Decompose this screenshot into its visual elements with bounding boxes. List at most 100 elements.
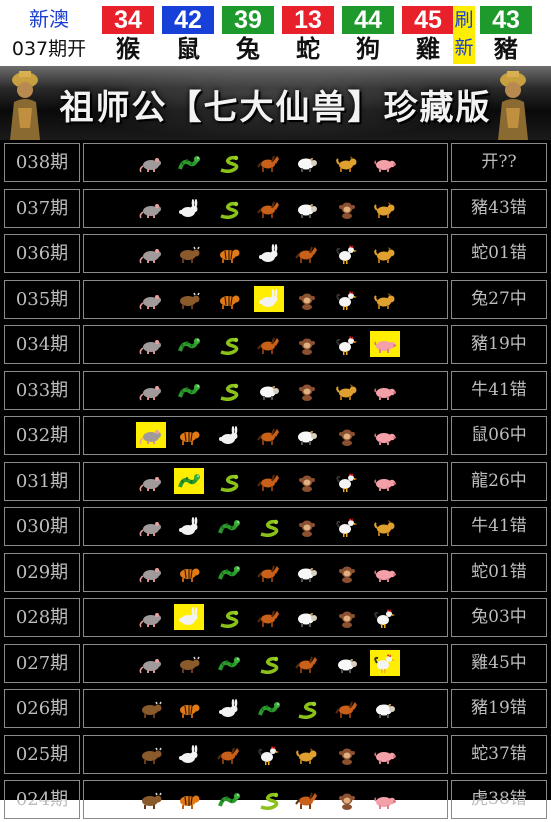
result-ball-1: 34 猴 — [102, 6, 154, 64]
banner-title: 祖师公【七大仙兽】珍藏版 — [59, 88, 492, 128]
ball-number: 13 — [282, 6, 334, 34]
ball-zodiac: 蛇 — [296, 34, 320, 63]
dragon-icon — [254, 698, 284, 720]
ox-icon — [136, 698, 166, 720]
monkey-icon — [332, 562, 362, 584]
snake-icon — [214, 607, 244, 629]
rooster-icon — [332, 243, 362, 265]
rabbit-icon — [174, 198, 204, 220]
sheep-icon — [292, 198, 322, 220]
table-row: 029期 蛇01错 — [0, 550, 551, 595]
rat-icon — [136, 152, 166, 174]
result-cell: 蛇01错 — [451, 552, 547, 592]
pig-icon — [370, 380, 400, 402]
rooster-icon — [332, 289, 362, 311]
sheep-icon — [292, 152, 322, 174]
result-cell: 豬19错 — [451, 689, 547, 728]
horse-icon — [292, 789, 322, 811]
horse-icon — [254, 425, 284, 447]
rabbit-icon — [174, 744, 204, 766]
horse-icon — [292, 243, 322, 265]
dog-icon — [332, 380, 362, 402]
refresh-button[interactable]: 刷新 — [453, 6, 475, 64]
rat-icon — [136, 422, 166, 448]
rabbit-icon — [254, 285, 284, 312]
dragon-icon — [214, 562, 244, 584]
table-row: 035期 兔27中 — [0, 277, 551, 322]
dog-icon — [292, 744, 322, 766]
pig-icon — [370, 744, 400, 766]
dog-icon — [332, 152, 362, 174]
result-cell: 兔03中 — [451, 598, 547, 637]
rat-icon — [136, 243, 166, 265]
horse-icon — [254, 334, 284, 356]
result-cell: 开?? — [451, 143, 547, 182]
rabbit-icon — [214, 425, 244, 447]
table-row: 036期 蛇01错 — [0, 231, 551, 276]
dog-icon — [370, 289, 400, 311]
result-ball-4: 13 蛇 — [282, 6, 334, 64]
monkey-icon — [292, 289, 322, 311]
table-row: 027期 雞45中 — [0, 641, 551, 686]
horse-icon — [254, 198, 284, 220]
dragon-icon — [174, 334, 204, 356]
horse-icon — [254, 562, 284, 584]
pig-icon — [370, 789, 400, 811]
issue-cell: 025期 — [4, 734, 80, 774]
rabbit-icon — [254, 243, 284, 265]
rat-icon — [136, 334, 166, 356]
rat-icon — [136, 607, 166, 629]
zodiac-icons-cell — [83, 552, 448, 592]
table-row: 030期 牛41错 — [0, 504, 551, 549]
sheep-icon — [254, 380, 284, 402]
horse-icon — [214, 744, 244, 766]
ball-zodiac: 兔 — [236, 34, 260, 63]
monkey-icon — [292, 334, 322, 356]
pig-icon — [370, 425, 400, 447]
issue-cell: 038期 — [4, 143, 80, 182]
issue-cell: 033期 — [4, 370, 80, 410]
result-cell: 兔27中 — [451, 279, 547, 319]
dragon-icon — [174, 467, 204, 494]
monkey-icon — [332, 789, 362, 811]
result-ball-3: 39 兔 — [222, 6, 274, 64]
zodiac-icons-cell — [83, 370, 448, 410]
sheep-icon — [292, 562, 322, 584]
issue-cell: 036期 — [4, 234, 80, 273]
snake-icon — [292, 698, 322, 720]
tiger-icon — [174, 562, 204, 584]
zodiac-icons-cell — [83, 461, 448, 501]
table-row: 032期 鼠06中 — [0, 413, 551, 458]
pig-icon — [370, 152, 400, 174]
sheep-icon — [292, 425, 322, 447]
snake-icon — [214, 334, 244, 356]
table-row: 033期 牛41错 — [0, 368, 551, 413]
rat-icon — [136, 653, 166, 675]
zodiac-icons-cell — [83, 643, 448, 683]
rat-icon — [136, 198, 166, 220]
issue-cell: 031期 — [4, 461, 80, 501]
dog-icon — [370, 198, 400, 220]
horse-icon — [254, 471, 284, 493]
title-banner: 祖师公【七大仙兽】珍藏版 — [0, 66, 551, 140]
table-row: 028期 兔03中 — [0, 595, 551, 640]
sheep-icon — [292, 607, 322, 629]
ball-zodiac: 雞 — [416, 34, 440, 63]
sheep-icon — [332, 653, 362, 675]
zodiac-icons-cell — [83, 598, 448, 637]
monkey-icon — [292, 471, 322, 493]
zodiac-icons-cell — [83, 416, 448, 455]
ball-number: 43 — [480, 6, 532, 34]
ball-zodiac: 鼠 — [176, 34, 200, 63]
ball-number: 44 — [342, 6, 394, 34]
issue-cell: 032期 — [4, 416, 80, 455]
ox-icon — [136, 744, 166, 766]
zodiac-icons-cell — [83, 279, 448, 319]
horse-icon — [292, 653, 322, 675]
brand-label[interactable]: 新澳 — [0, 4, 98, 34]
result-ball-2: 42 鼠 — [162, 6, 214, 64]
zodiac-icons-cell — [83, 507, 448, 546]
rat-icon — [136, 289, 166, 311]
zodiac-icons-cell — [83, 325, 448, 364]
horse-icon — [254, 607, 284, 629]
